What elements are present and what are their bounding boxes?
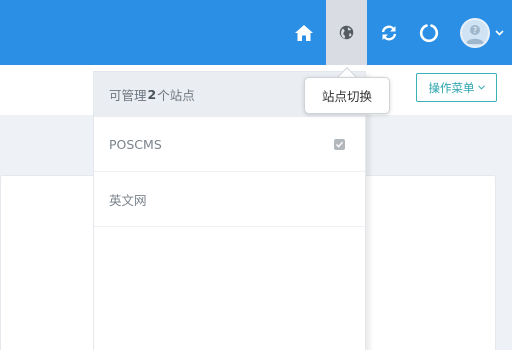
header-suffix: 个站点 xyxy=(157,88,195,103)
site-item-english[interactable]: 英文网 xyxy=(94,172,365,227)
globe-icon xyxy=(339,25,354,40)
top-navbar: ? xyxy=(0,0,512,65)
caret-down-icon xyxy=(495,29,504,36)
tooltip-text: 站点切换 xyxy=(321,89,372,104)
chevron-down-icon xyxy=(477,85,485,90)
home-button[interactable] xyxy=(284,0,324,65)
action-menu-label: 操作菜单 xyxy=(428,80,475,95)
site-switch-button[interactable] xyxy=(326,0,367,65)
power-button[interactable] xyxy=(409,0,449,65)
svg-text:?: ? xyxy=(473,26,477,35)
default-avatar-icon: ? xyxy=(466,24,484,44)
user-menu-button[interactable]: ? xyxy=(452,0,512,65)
refresh-button[interactable] xyxy=(369,0,409,65)
site-name: 英文网 xyxy=(109,192,147,208)
check-icon xyxy=(334,138,345,150)
header-prefix: 可管理 xyxy=(109,88,147,103)
refresh-icon xyxy=(381,25,397,40)
site-name: POSCMS xyxy=(109,136,162,152)
site-switch-tooltip: 站点切换 xyxy=(304,77,390,114)
avatar: ? xyxy=(460,17,490,48)
site-count: 2 xyxy=(147,87,157,102)
home-icon xyxy=(295,24,313,41)
action-menu-button[interactable]: 操作菜单 xyxy=(416,73,497,102)
power-icon xyxy=(419,23,439,42)
site-item-poscms[interactable]: POSCMS xyxy=(94,117,365,172)
